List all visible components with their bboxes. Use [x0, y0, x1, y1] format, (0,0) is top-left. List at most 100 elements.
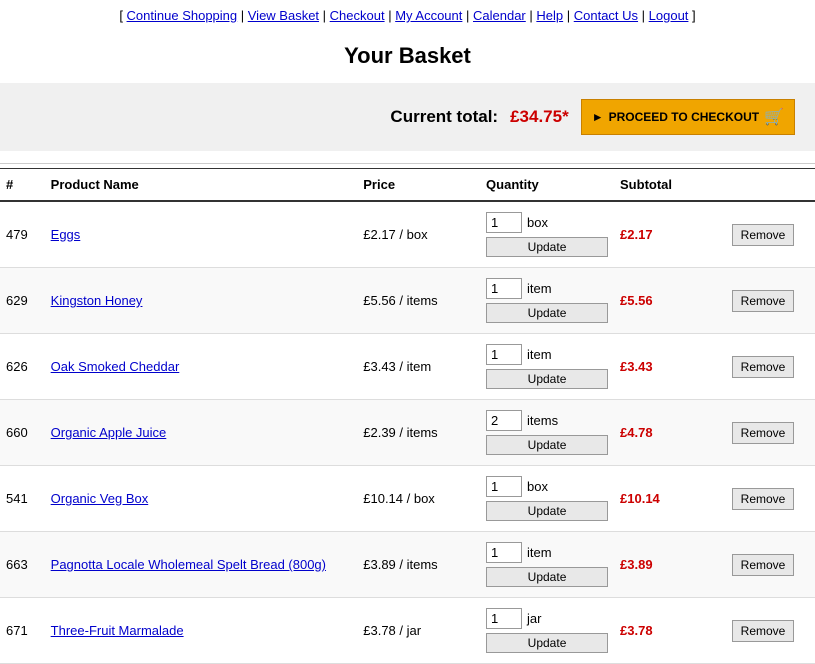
update-button[interactable]: Update [486, 303, 608, 323]
row-qty: box Update [480, 466, 614, 532]
update-button[interactable]: Update [486, 633, 608, 653]
remove-button[interactable]: Remove [732, 356, 795, 378]
update-button[interactable]: Update [486, 435, 608, 455]
qty-unit: item [527, 281, 552, 296]
nav-link-logout[interactable]: Logout [649, 8, 689, 23]
row-action: Remove [726, 201, 815, 268]
top-nav: [ Continue Shopping | View Basket | Chec… [0, 0, 815, 29]
row-product-name: Pagnotta Locale Wholemeal Spelt Bread (8… [45, 532, 358, 598]
page-title: Your Basket [0, 29, 815, 83]
col-header-action [726, 169, 815, 202]
row-id: 541 [0, 466, 45, 532]
row-price: £3.78 / jar [357, 598, 480, 664]
qty-input[interactable] [486, 476, 522, 497]
nav-link-view-basket[interactable]: View Basket [248, 8, 319, 23]
row-action: Remove [726, 466, 815, 532]
row-qty: jarUpdate [480, 598, 614, 664]
product-link[interactable]: Kingston Honey [51, 293, 143, 308]
update-button[interactable]: Update [486, 369, 608, 389]
qty-input[interactable] [486, 410, 522, 431]
row-product-name: Eggs [45, 201, 358, 268]
col-header-subtotal: Subtotal [614, 169, 726, 202]
qty-input[interactable] [486, 542, 522, 563]
table-header-row: # Product Name Price Quantity Subtotal [0, 169, 815, 202]
row-id: 660 [0, 400, 45, 466]
qty-input[interactable] [486, 278, 522, 299]
row-price: £2.39 / items [357, 400, 480, 466]
row-qty: box Update [480, 201, 614, 268]
total-label: Current total: [390, 107, 498, 127]
nav-separator: | [385, 8, 396, 23]
remove-button[interactable]: Remove [732, 620, 795, 642]
product-link[interactable]: Organic Apple Juice [51, 425, 167, 440]
product-link[interactable]: Pagnotta Locale Wholemeal Spelt Bread (8… [51, 557, 326, 572]
row-price: £3.43 / item [357, 334, 480, 400]
table-row: 660 Organic Apple Juice £2.39 / items items… [0, 400, 815, 466]
product-link[interactable]: Eggs [51, 227, 81, 242]
table-row: 663 Pagnotta Locale Wholemeal Spelt Bread… [0, 532, 815, 598]
row-action: Remove [726, 334, 815, 400]
remove-button[interactable]: Remove [732, 224, 795, 246]
row-price: £3.89 / items [357, 532, 480, 598]
nav-separator: | [462, 8, 473, 23]
row-action: Remove [726, 400, 815, 466]
qty-input[interactable] [486, 608, 522, 629]
summary-bar: Current total: £34.75* ► PROCEED TO CHEC… [0, 83, 815, 151]
nav-link-my-account[interactable]: My Account [395, 8, 462, 23]
row-subtotal: £2.17 [614, 201, 726, 268]
qty-unit: box [527, 479, 548, 494]
nav-link-checkout[interactable]: Checkout [330, 8, 385, 23]
nav-separator: | [638, 8, 649, 23]
qty-input[interactable] [486, 344, 522, 365]
row-product-name: Oak Smoked Cheddar [45, 334, 358, 400]
nav-link-help[interactable]: Help [536, 8, 563, 23]
row-id: 626 [0, 334, 45, 400]
col-header-price: Price [357, 169, 480, 202]
row-action: Remove [726, 532, 815, 598]
basket-table: # Product Name Price Quantity Subtotal 4… [0, 168, 815, 664]
product-link[interactable]: Oak Smoked Cheddar [51, 359, 180, 374]
proceed-to-checkout-button[interactable]: ► PROCEED TO CHECKOUT 🛒 [581, 99, 795, 135]
nav-link-calendar[interactable]: Calendar [473, 8, 526, 23]
table-row: 479 Eggs £2.17 / box box Update £2.17 Remove [0, 201, 815, 268]
row-subtotal: £3.43 [614, 334, 726, 400]
row-subtotal: £5.56 [614, 268, 726, 334]
nav-link-contact-us[interactable]: Contact Us [574, 8, 638, 23]
qty-unit: item [527, 347, 552, 362]
row-subtotal: £3.89 [614, 532, 726, 598]
row-price: £10.14 / box [357, 466, 480, 532]
nav-bracket-close: ] [692, 8, 696, 23]
update-button[interactable]: Update [486, 237, 608, 257]
col-header-name: Product Name [45, 169, 358, 202]
qty-unit: items [527, 413, 558, 428]
remove-button[interactable]: Remove [732, 488, 795, 510]
cart-icon: 🛒 [764, 107, 784, 127]
remove-button[interactable]: Remove [732, 290, 795, 312]
row-id: 663 [0, 532, 45, 598]
row-id: 629 [0, 268, 45, 334]
product-link[interactable]: Organic Veg Box [51, 491, 149, 506]
remove-button[interactable]: Remove [732, 554, 795, 576]
table-row: 671Three-Fruit Marmalade£3.78 / jarjarUp… [0, 598, 815, 664]
remove-button[interactable]: Remove [732, 422, 795, 444]
qty-input[interactable] [486, 212, 522, 233]
row-subtotal: £3.78 [614, 598, 726, 664]
update-button[interactable]: Update [486, 567, 608, 587]
nav-separator: | [526, 8, 537, 23]
nav-bracket-open: [ [119, 8, 126, 23]
row-product-name: Organic Veg Box [45, 466, 358, 532]
col-header-hash: # [0, 169, 45, 202]
row-action: Remove [726, 598, 815, 664]
product-link[interactable]: Three-Fruit Marmalade [51, 623, 184, 638]
qty-unit: box [527, 215, 548, 230]
row-action: Remove [726, 268, 815, 334]
update-button[interactable]: Update [486, 501, 608, 521]
row-price: £2.17 / box [357, 201, 480, 268]
nav-link-continue-shopping[interactable]: Continue Shopping [127, 8, 238, 23]
row-product-name: Three-Fruit Marmalade [45, 598, 358, 664]
row-product-name: Kingston Honey [45, 268, 358, 334]
row-qty: itemUpdate [480, 532, 614, 598]
play-icon: ► [592, 110, 604, 124]
row-id: 479 [0, 201, 45, 268]
row-subtotal: £10.14 [614, 466, 726, 532]
